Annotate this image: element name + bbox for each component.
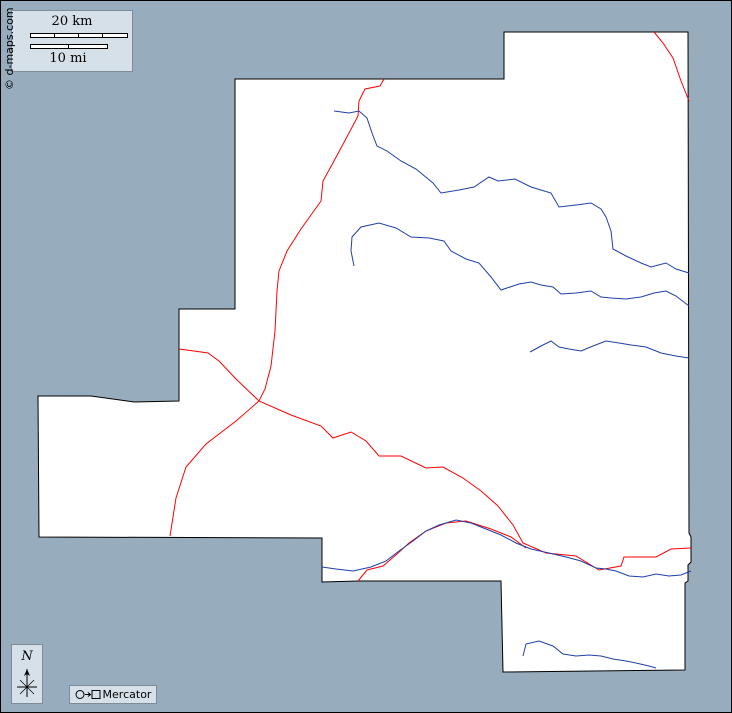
projection-indicator: Mercator xyxy=(69,685,157,704)
compass-rose-icon xyxy=(17,669,37,697)
credit-text: © d-maps.com xyxy=(3,7,16,90)
county-land xyxy=(37,31,692,673)
north-indicator: N xyxy=(11,644,43,704)
scale-mi-label: 10 mi xyxy=(49,51,87,66)
scale-bar: 20 km 10 mi xyxy=(11,10,133,72)
scale-km-label: 20 km xyxy=(51,14,93,29)
map-canvas: 20 km 10 mi © d-maps.com N Mercator xyxy=(0,0,732,713)
circle-to-square-icon xyxy=(75,690,101,699)
scale-km-bar xyxy=(30,33,128,38)
scale-mi-bar xyxy=(30,44,108,49)
map-drawing xyxy=(37,31,692,673)
projection-label: Mercator xyxy=(102,688,152,701)
north-label: N xyxy=(21,649,33,664)
